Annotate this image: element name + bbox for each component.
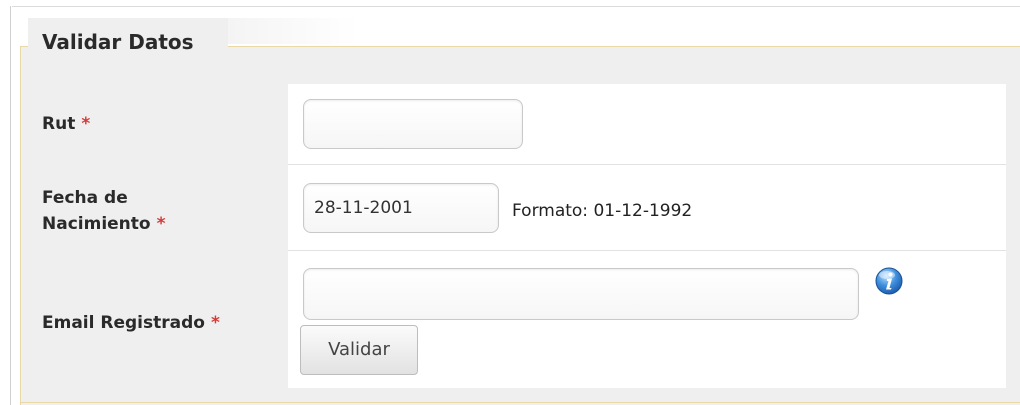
birthdate-label-line1: Fecha de <box>42 188 128 208</box>
rut-label-text: Rut <box>42 114 76 134</box>
fieldset-legend: Validar Datos <box>42 30 194 54</box>
birthdate-label-line2-wrapper: Nacimiento * <box>42 212 165 236</box>
validar-button[interactable]: Validar <box>300 325 418 375</box>
legend-shade <box>228 18 358 44</box>
info-icon[interactable] <box>874 266 904 296</box>
rut-input[interactable] <box>303 99 523 149</box>
row-divider <box>288 250 1006 251</box>
email-label-text: Email Registrado <box>42 313 205 333</box>
date-format-hint: Formato: 01-12-1992 <box>512 201 693 221</box>
required-mark: * <box>156 214 166 234</box>
birthdate-label-line2: Nacimiento <box>42 214 151 234</box>
row-divider <box>288 164 1006 165</box>
birthdate-input[interactable] <box>303 183 499 233</box>
required-mark: * <box>81 114 91 134</box>
rut-label: Rut * <box>42 112 90 136</box>
outer-frame-top <box>12 6 1020 7</box>
email-label: Email Registrado * <box>42 311 220 335</box>
fieldset-bottom-border <box>20 402 1020 403</box>
email-input[interactable] <box>303 268 859 320</box>
outer-frame-left <box>10 6 11 405</box>
required-mark: * <box>210 313 220 333</box>
birthdate-label: Fecha de Nacimiento * <box>42 186 165 236</box>
